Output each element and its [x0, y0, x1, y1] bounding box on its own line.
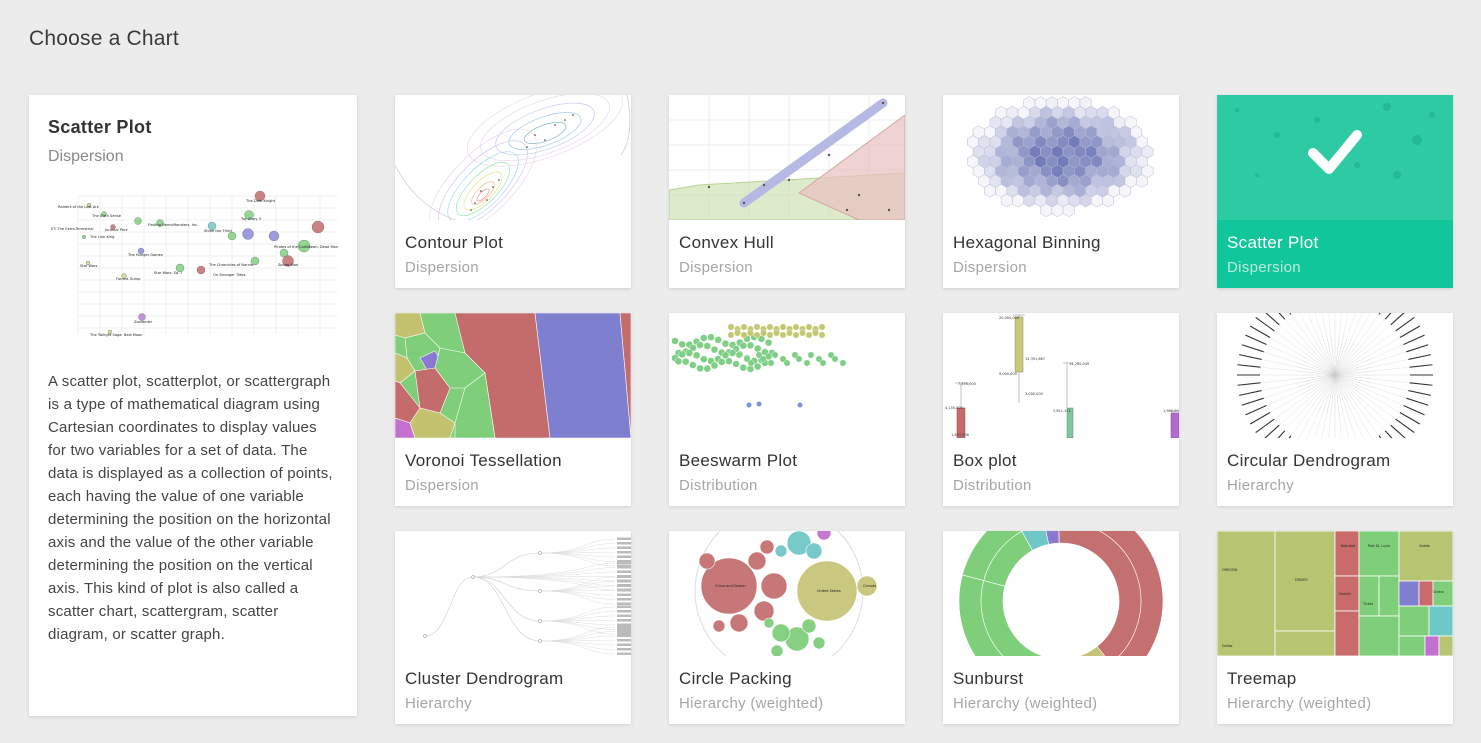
chart-card-title: Hexagonal Binning [953, 233, 1101, 252]
chart-card-category: Hierarchy (weighted) [679, 695, 824, 712]
circle-packing-thumbnail: China and Taiwan United States Canada [669, 531, 905, 656]
chart-card-title: Circular Dendrogram [1227, 451, 1391, 470]
svg-text:The Twilight Saga: New Moon: The Twilight Saga: New Moon [89, 333, 143, 337]
svg-text:The Hunger Games: The Hunger Games [127, 253, 163, 257]
svg-text:9,000,000: 9,000,000 [999, 372, 1017, 376]
hexagonal-binning-thumbnail [943, 95, 1179, 220]
svg-text:14,290,049: 14,290,049 [1069, 362, 1089, 366]
svg-text:Forrest Gump: Forrest Gump [116, 277, 141, 281]
chart-card-category: Hierarchy (weighted) [953, 695, 1098, 712]
chart-card-category: Distribution [953, 477, 1032, 494]
box-plot-thumbnail: 20,000,000 14,391,667 9,000,000 3,000,000 1… [943, 313, 1179, 438]
circular-dendrogram-thumbnail [1217, 313, 1453, 438]
chart-card-sunburst[interactable]: Sunburst Hierarchy (weighted) [943, 531, 1179, 724]
chart-card-title: Scatter Plot [1227, 233, 1319, 252]
chart-card-title: Convex Hull [679, 233, 774, 252]
svg-text:China and Taiwan: China and Taiwan [715, 584, 746, 588]
chart-card-title: Voronoi Tessellation [405, 451, 562, 470]
chart-card-category: Dispersion [405, 259, 479, 276]
convex-hull-thumbnail [669, 95, 905, 220]
chart-card-circular-dendrogram[interactable]: Circular Dendrogram Hierarchy [1217, 313, 1453, 506]
svg-text:Finding Nemo: Finding Nemo [148, 223, 173, 227]
svg-text:Monsters, Inc.: Monsters, Inc. [173, 223, 198, 227]
svg-text:7,450,000: 7,450,000 [958, 382, 976, 386]
svg-text:Goldie: Goldie [1419, 544, 1430, 548]
contour-plot-thumbnail [395, 95, 631, 220]
svg-text:The Sixth Sense: The Sixth Sense [91, 214, 122, 218]
chart-card-title: Contour Plot [405, 233, 504, 252]
svg-text:Star Wars: Ep. I: Star Wars: Ep. I [154, 271, 182, 275]
svg-text:Dallas: Dallas [1222, 644, 1233, 648]
chart-card-category: Distribution [679, 477, 758, 494]
chart-card-category: Hierarchy [1227, 477, 1294, 494]
chart-card-category: Dispersion [953, 259, 1027, 276]
detail-description: A scatter plot, scatterplot, or scatterg… [48, 373, 333, 643]
chart-card-beeswarm-plot[interactable]: Beeswarm Plot Distribution [669, 313, 905, 506]
svg-text:4,150,000: 4,150,000 [945, 406, 963, 410]
svg-text:Star Wars: Star Wars [80, 264, 98, 268]
detail-title: Scatter Plot [48, 117, 152, 137]
svg-text:ET: The Extra-Terrestrial: ET: The Extra-Terrestrial [51, 227, 93, 231]
svg-text:20,000,000: 20,000,000 [999, 316, 1019, 320]
svg-text:Shrek the Third: Shrek the Third [204, 229, 232, 233]
svg-text:Beaufort: Beaufort [1341, 544, 1356, 548]
chart-card-title: Sunburst [953, 669, 1024, 688]
chart-card-category: Dispersion [679, 259, 753, 276]
chart-card-title: Treemap [1227, 669, 1297, 688]
svg-text:Port St. Lucie: Port St. Lucie [1368, 544, 1390, 548]
chart-card-title: Beeswarm Plot [679, 451, 798, 470]
chart-card-convex-hull[interactable]: Convex Hull Dispersion [669, 95, 905, 288]
chart-card-contour-plot[interactable]: Contour Plot Dispersion [395, 95, 631, 288]
sunburst-thumbnail [943, 531, 1179, 656]
svg-text:Zoolander: Zoolander [134, 320, 153, 324]
svg-text:The Lion King: The Lion King [89, 235, 114, 239]
svg-text:2,611,111: 2,611,111 [1053, 409, 1071, 413]
chart-card-box-plot[interactable]: 20,000,000 14,391,667 9,000,000 3,000,000 1… [943, 313, 1179, 506]
scatter-preview-image: Raiders of the Lost Ark The Sixth Sense E… [51, 190, 338, 337]
svg-text:Ticket: Ticket [1362, 602, 1374, 606]
svg-text:United States: United States [817, 589, 841, 593]
treemap-thumbnail: OREGON DRIVES Dallas Beaufort Port St. Luci… [1217, 531, 1453, 656]
scatter-plot-thumbnail [1217, 95, 1453, 220]
beeswarm-plot-thumbnail [669, 313, 905, 438]
svg-text:OREGON: OREGON [1222, 568, 1237, 572]
svg-text:Raiders of the Lost Ark: Raiders of the Lost Ark [58, 205, 100, 209]
chart-card-cluster-dendrogram[interactable]: Cluster Dendrogram Hierarchy [395, 531, 631, 724]
chart-card-category: Dispersion [1227, 259, 1301, 276]
chart-card-title: Cluster Dendrogram [405, 669, 564, 688]
chart-card-treemap[interactable]: OREGON DRIVES Dallas Beaufort Port St. Luci… [1217, 531, 1453, 724]
page-title: Choose a Chart [29, 27, 179, 50]
chart-card-circle-packing[interactable]: China and Taiwan United States Canada Circ… [669, 531, 905, 724]
chart-card-title: Box plot [953, 451, 1017, 470]
svg-text:3,000,000: 3,000,000 [1025, 392, 1043, 396]
svg-text:Pirates of the Caribbean: Dead: Pirates of the Caribbean: Dead Man's Che… [274, 245, 338, 249]
svg-text:Canada: Canada [863, 584, 876, 588]
chart-detail-panel: Scatter Plot Dispersion Raiders of the L… [29, 95, 357, 716]
svg-text:1,853,508: 1,853,508 [951, 433, 969, 437]
svg-text:1,900,000: 1,900,000 [1163, 409, 1179, 413]
detail-category: Dispersion [48, 148, 124, 165]
svg-text:Spider-Man: Spider-Man [278, 263, 298, 267]
cluster-dendrogram-thumbnail [395, 531, 631, 656]
chart-card-title: Circle Packing [679, 669, 792, 688]
svg-text:The Dark Knight: The Dark Knight [245, 199, 276, 203]
chart-card-category: Hierarchy [405, 695, 472, 712]
chart-card-category: Hierarchy (weighted) [1227, 695, 1372, 712]
svg-text:Hamlin: Hamlin [1339, 592, 1351, 596]
checkmark-icon [1308, 130, 1362, 174]
svg-text:DRIVES: DRIVES [1295, 578, 1308, 582]
svg-text:The Chronicles of Narnia: The Chronicles of Narnia [208, 263, 253, 267]
chart-card-scatter-plot[interactable]: Scatter Plot Dispersion [1217, 95, 1453, 288]
svg-text:Jurassic Park: Jurassic Park [104, 228, 129, 232]
voronoi-tessellation-thumbnail [395, 313, 631, 438]
svg-text:Toy Story 3: Toy Story 3 [240, 217, 261, 221]
svg-text:Cicero: Cicero [1433, 590, 1444, 594]
chart-card-category: Dispersion [405, 477, 479, 494]
chart-card-hexagonal-binning[interactable]: Hexagonal Binning Dispersion [943, 95, 1179, 288]
svg-text:On Stranger Tides: On Stranger Tides [213, 273, 246, 277]
chart-card-voronoi-tessellation[interactable]: Voronoi Tessellation Dispersion [395, 313, 631, 506]
svg-text:14,391,667: 14,391,667 [1025, 357, 1045, 361]
